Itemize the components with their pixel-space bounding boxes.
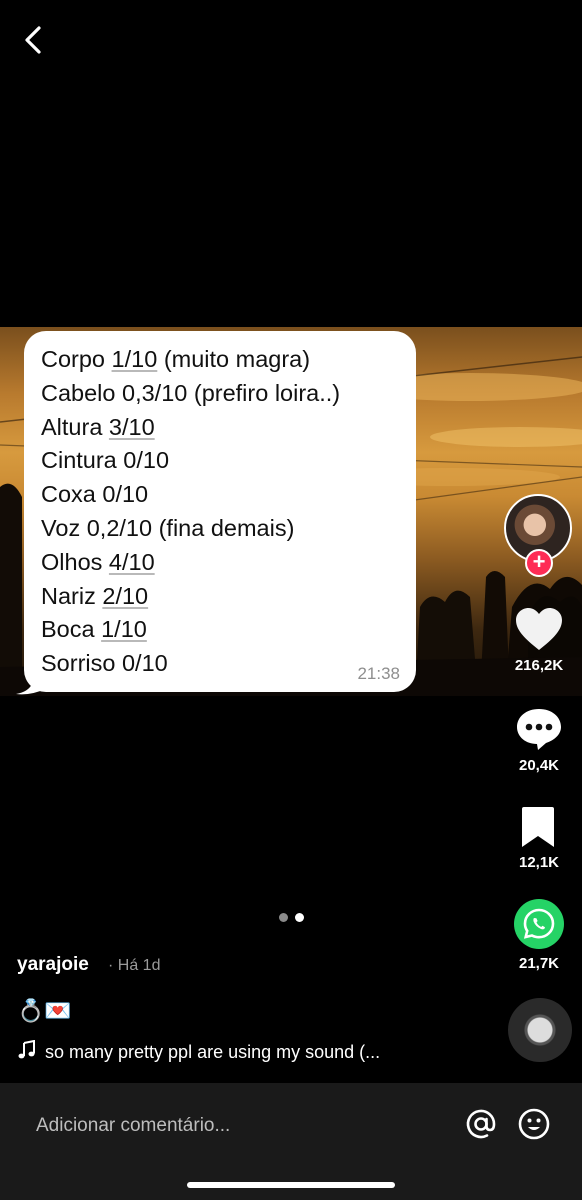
- whatsapp-icon: [514, 899, 564, 949]
- comments-button[interactable]: 20,4K: [499, 706, 579, 774]
- username[interactable]: yarajoie: [17, 954, 89, 976]
- share-whatsapp-button[interactable]: 21,7K: [499, 898, 579, 972]
- sound-title: so many pretty ppl are using my sound (.…: [45, 1042, 381, 1062]
- sound-link[interactable]: so many pretty ppl are using my sound (.…: [17, 1040, 380, 1063]
- chevron-left-icon: [25, 26, 41, 54]
- message-line: Olhos 4/10: [41, 548, 155, 575]
- message-line: Altura 3/10: [41, 413, 155, 440]
- emoji-button[interactable]: [516, 1106, 552, 1142]
- message-line: Boca 1/10: [41, 616, 147, 643]
- bookmark-icon: [522, 807, 554, 847]
- music-note-icon: [18, 1040, 35, 1059]
- message-time: 21:38: [357, 664, 400, 683]
- comment-bar: [0, 1083, 582, 1200]
- message-line: Coxa 0/10: [41, 481, 149, 508]
- caption: 💍💌: [17, 998, 72, 1023]
- bookmark-button[interactable]: 12,1K: [499, 805, 579, 871]
- message-line: Sorriso 0/10: [41, 650, 168, 677]
- carousel-dot-active[interactable]: [295, 913, 304, 922]
- comment-input[interactable]: [36, 1112, 436, 1140]
- post-time: · Há 1d: [108, 957, 161, 974]
- save-count: 12,1K: [518, 854, 560, 871]
- sound-disc-button[interactable]: [508, 998, 572, 1062]
- like-button[interactable]: 216,2K: [499, 606, 579, 674]
- follow-button[interactable]: +: [525, 549, 553, 577]
- message-line: Cabelo 0,3/10 (prefiro loira..): [41, 379, 341, 406]
- at-sign-icon: [466, 1109, 496, 1139]
- back-button[interactable]: [14, 20, 54, 60]
- creator-avatar-button[interactable]: +: [504, 494, 574, 578]
- share-count: 21,7K: [518, 955, 560, 972]
- home-indicator: [187, 1182, 395, 1188]
- message-line: Nariz 2/10: [41, 582, 149, 609]
- like-count: 216,2K: [514, 657, 564, 674]
- comment-count: 20,4K: [518, 757, 560, 774]
- carousel-dot[interactable]: [279, 913, 288, 922]
- message-bubble: Corpo 1/10 (muito magra) Cabelo 0,3/10 (…: [24, 331, 416, 692]
- message-line: Corpo 1/10 (muito magra): [41, 346, 311, 372]
- smiley-icon: [518, 1108, 550, 1140]
- message-line: Voz 0,2/10 (fina demais): [41, 514, 295, 541]
- video-screen: Corpo 1/10 (muito magra) Cabelo 0,3/10 (…: [0, 0, 582, 1200]
- heart-icon: [516, 608, 562, 650]
- carousel-indicator: [276, 913, 316, 925]
- mention-button[interactable]: [463, 1106, 499, 1142]
- comment-bubble-icon: [517, 709, 561, 750]
- message-line: Cintura 0/10: [41, 447, 170, 474]
